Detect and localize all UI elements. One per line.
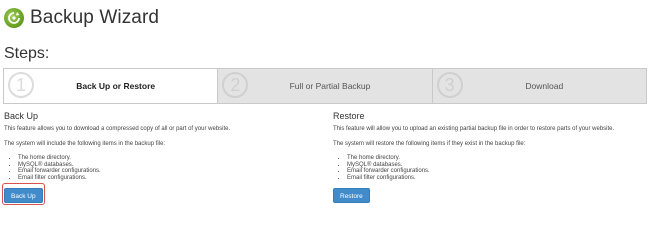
step-1-number: 1 <box>8 72 34 98</box>
step-label: Download <box>525 81 564 91</box>
back-up-button[interactable]: Back Up <box>4 188 43 203</box>
backup-panel: Back Up This feature allows you to downl… <box>4 111 314 186</box>
restore-items-list: The home directory. MySQL® databases. Em… <box>333 155 643 182</box>
step-download[interactable]: 3 Download <box>433 69 646 103</box>
step-3-number: 3 <box>436 72 463 98</box>
page-title: Backup Wizard <box>30 7 160 28</box>
list-item: Email forwarder configurations. <box>347 168 643 175</box>
step-label: Full or Partial Backup <box>289 81 371 91</box>
backup-includes-intro: The system will include the following it… <box>4 141 166 147</box>
restore-button-wrap: Restore <box>333 185 370 203</box>
steps-label: Steps: <box>4 45 50 62</box>
backup-items-list: The home directory. MySQL® databases. Em… <box>4 155 314 182</box>
list-item: Email forwarder configurations. <box>18 168 314 175</box>
restore-panel: Restore This feature will allow you to u… <box>333 111 643 186</box>
list-item: The home directory. <box>347 155 643 162</box>
wizard-stepbar: 1 Back Up or Restore 2 Full or Partial B… <box>3 68 647 104</box>
backup-wizard-icon <box>4 8 24 28</box>
backup-description: This feature allows you to download a co… <box>4 126 231 132</box>
backup-button-highlight: Back Up <box>2 183 45 205</box>
step-2-number: 2 <box>222 72 249 98</box>
backup-heading: Back Up <box>4 111 39 121</box>
list-item: Email filter configurations. <box>18 175 314 182</box>
restore-button[interactable]: Restore <box>333 188 370 203</box>
restore-description: This feature will allow you to upload an… <box>333 126 615 132</box>
step-back-up-or-restore[interactable]: 1 Back Up or Restore <box>4 69 219 103</box>
restore-heading: Restore <box>333 111 365 121</box>
list-item: The home directory. <box>18 155 314 162</box>
page-header: Backup Wizard <box>4 3 159 33</box>
list-item: MySQL® databases. <box>18 162 314 169</box>
step-label: Back Up or Restore <box>76 81 156 91</box>
list-item: MySQL® databases. <box>347 162 643 169</box>
list-item: Email filter configurations. <box>347 175 643 182</box>
step-full-or-partial-backup[interactable]: 2 Full or Partial Backup <box>218 69 433 103</box>
restore-includes-intro: The system will restore the following it… <box>333 141 526 147</box>
